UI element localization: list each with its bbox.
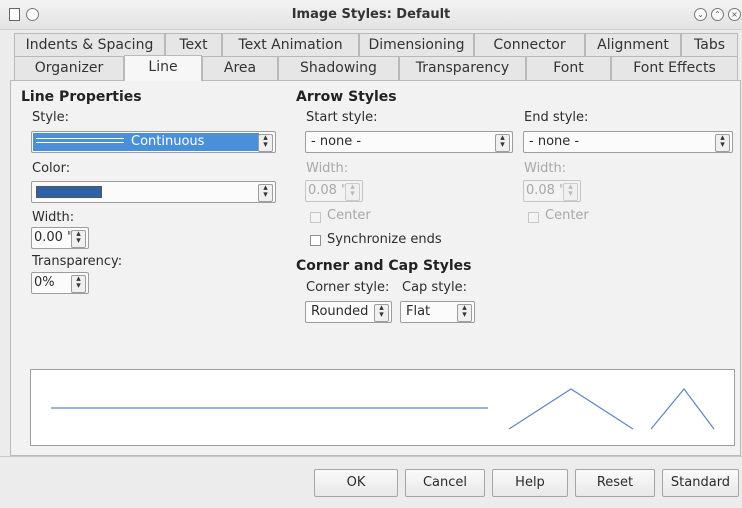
color-label: Color:: [32, 161, 71, 176]
help-button[interactable]: Help: [492, 469, 568, 497]
tab-alignment[interactable]: Alignment: [585, 33, 681, 57]
corner-style-dropdown[interactable]: Rounded ▴ ▾: [305, 301, 392, 323]
spin-arrows-icon[interactable]: ▴ ▾: [71, 230, 86, 248]
cap-style-value: Flat: [406, 304, 431, 319]
corner-style-value: Rounded: [311, 304, 369, 319]
line-style-dropdown[interactable]: Continuous ▴ ▾: [31, 131, 276, 153]
line-width-spinbox[interactable]: 0.00 " ▴ ▾: [31, 227, 89, 249]
ok-button[interactable]: OK: [314, 469, 398, 497]
button-separator: [0, 456, 742, 457]
start-width-value: 0.08 ": [308, 183, 348, 198]
tab-shadowing[interactable]: Shadowing: [278, 56, 399, 80]
start-width-spinbox[interactable]: 0.08 " ▴ ▾: [305, 180, 363, 202]
dropdown-arrows-icon: ▴ ▾: [457, 304, 472, 322]
tab-organizer[interactable]: Organizer: [14, 56, 124, 80]
line-properties-header: Line Properties: [21, 89, 142, 105]
tab-transparency[interactable]: Transparency: [399, 56, 526, 80]
end-width-label: Width:: [524, 161, 567, 176]
arrow-styles-header: Arrow Styles: [296, 89, 397, 105]
end-center-checkbox[interactable]: [528, 212, 539, 223]
start-style-label: Start style:: [306, 110, 378, 125]
line-style-swatch: [36, 138, 124, 143]
line-preview: [30, 369, 735, 446]
tab-font[interactable]: Font: [526, 56, 611, 80]
window-title: Image Styles: Default: [291, 7, 451, 22]
spin-arrows-icon: ▴ ▾: [563, 183, 578, 201]
tab-area[interactable]: Area: [202, 56, 278, 80]
synchronize-ends-checkbox[interactable]: [310, 235, 321, 246]
end-style-value: - none -: [529, 134, 580, 149]
end-width-value: 0.08 ": [526, 183, 566, 198]
corner-style-label: Corner style:: [306, 280, 390, 295]
preview-wide-angle-line: [508, 388, 634, 430]
tab-indents-spacing[interactable]: Indents & Spacing: [14, 33, 165, 57]
tab-font-effects[interactable]: Font Effects: [611, 56, 738, 80]
end-style-label: End style:: [524, 110, 589, 125]
dropdown-arrows-icon: ▴ ▾: [374, 304, 389, 322]
preview-narrow-angle-line: [650, 388, 715, 430]
line-width-value: 0.00 ": [34, 230, 74, 245]
minimize-icon[interactable]: ⌄: [694, 8, 707, 21]
transparency-spinbox[interactable]: 0% ▴ ▾: [31, 272, 89, 294]
dropdown-arrows-icon: ▴ ▾: [715, 134, 730, 152]
corner-cap-header: Corner and Cap Styles: [296, 258, 472, 274]
spin-arrows-icon[interactable]: ▴ ▾: [71, 275, 86, 293]
start-center-checkbox[interactable]: [310, 212, 321, 223]
spin-arrows-icon: ▴ ▾: [345, 183, 360, 201]
start-center-label: Center: [327, 208, 371, 223]
dropdown-arrows-icon: ▴ ▾: [258, 134, 273, 152]
cap-style-label: Cap style:: [402, 280, 467, 295]
start-style-dropdown[interactable]: - none - ▴ ▾: [305, 131, 513, 153]
end-style-dropdown[interactable]: - none - ▴ ▾: [523, 131, 733, 153]
dropdown-arrows-icon: ▴ ▾: [258, 184, 273, 202]
end-width-spinbox[interactable]: 0.08 " ▴ ▾: [523, 180, 581, 202]
tab-tabs[interactable]: Tabs: [681, 33, 738, 57]
tab-line[interactable]: Line: [124, 55, 202, 81]
close-icon[interactable]: ×: [728, 8, 741, 21]
width-label: Width:: [32, 210, 75, 225]
cap-style-dropdown[interactable]: Flat ▴ ▾: [400, 301, 475, 323]
synchronize-ends-label: Synchronize ends: [327, 232, 442, 247]
dropdown-arrows-icon: ▴ ▾: [495, 134, 510, 152]
tab-dimensioning[interactable]: Dimensioning: [359, 33, 474, 57]
transparency-value: 0%: [34, 275, 55, 290]
maximize-icon[interactable]: ⌃: [711, 8, 724, 21]
start-style-value: - none -: [311, 134, 362, 149]
tab-connector[interactable]: Connector: [474, 33, 585, 57]
selected-style-highlight: Continuous: [33, 133, 259, 151]
tab-text[interactable]: Text: [165, 33, 222, 57]
start-width-label: Width:: [306, 161, 349, 176]
tab-text-animation[interactable]: Text Animation: [222, 33, 359, 57]
line-style-value: Continuous: [131, 134, 205, 149]
cancel-button[interactable]: Cancel: [405, 469, 485, 497]
line-color-dropdown[interactable]: ▴ ▾: [31, 181, 276, 203]
style-label: Style:: [32, 110, 70, 125]
reset-button[interactable]: Reset: [575, 469, 655, 497]
standard-button[interactable]: Standard: [662, 469, 739, 497]
transparency-label: Transparency:: [32, 254, 123, 269]
end-center-label: Center: [545, 208, 589, 223]
color-swatch: [36, 186, 102, 198]
